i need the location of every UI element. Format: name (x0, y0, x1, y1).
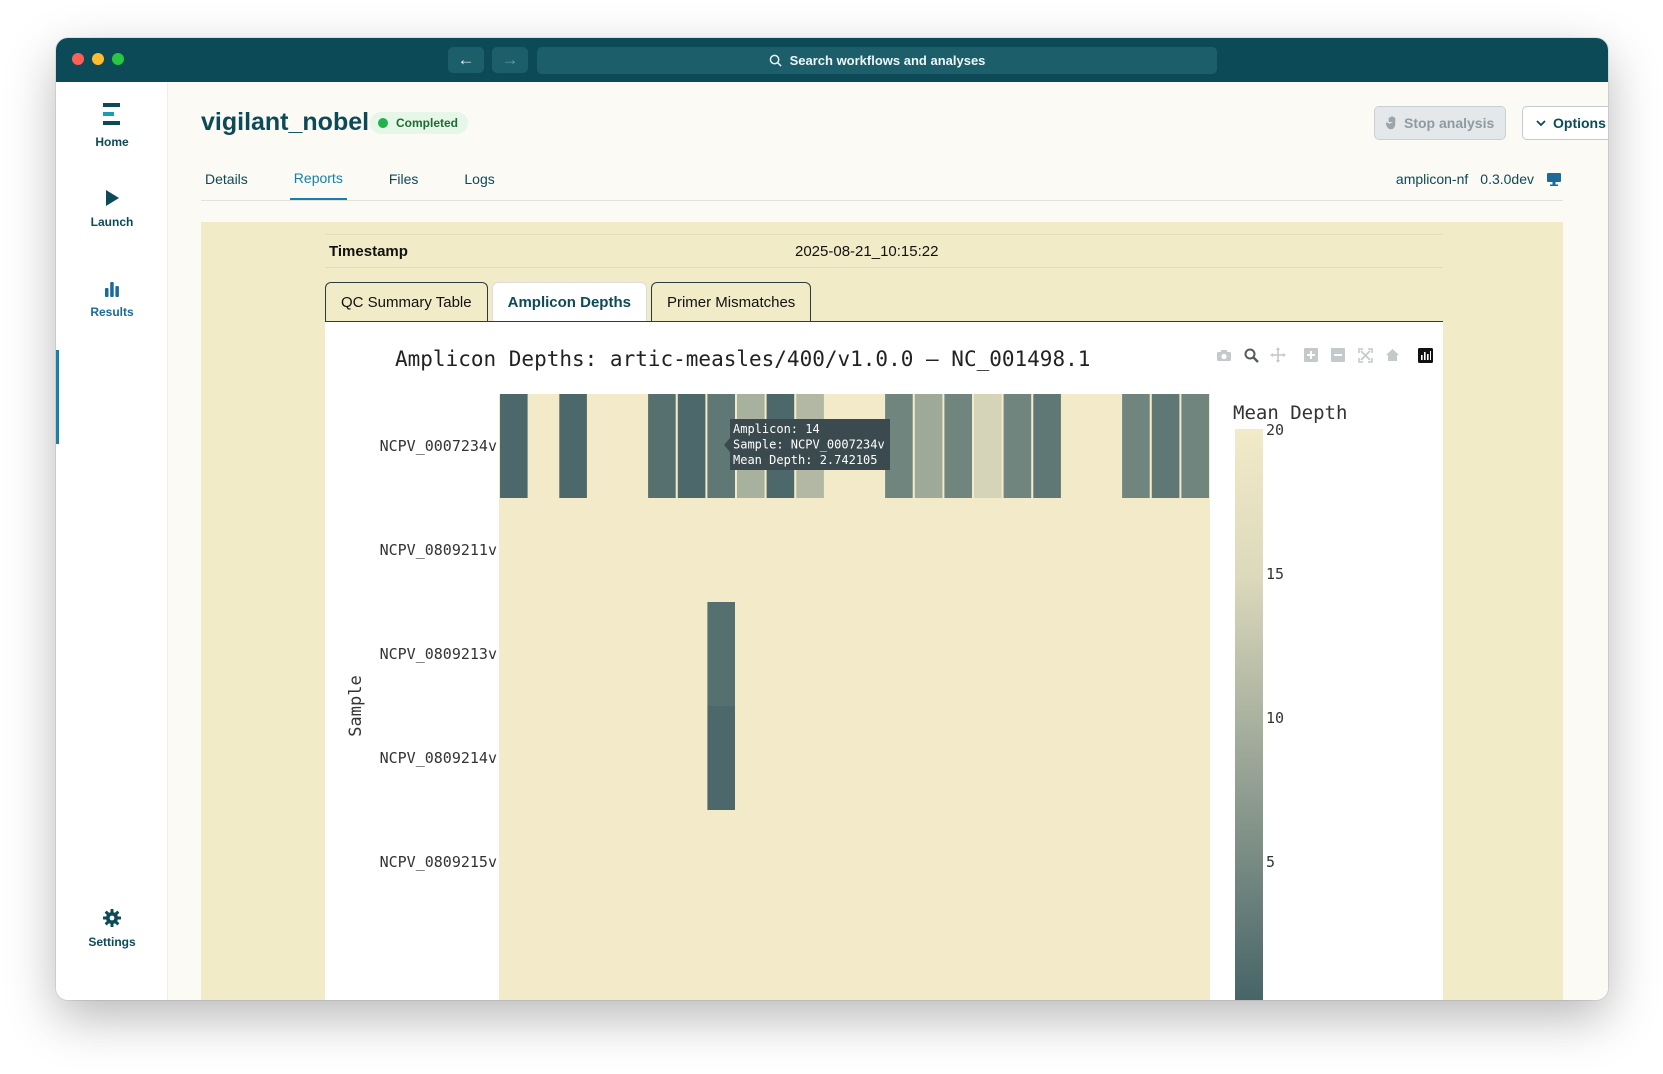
tooltip-line: Mean Depth: 2.742105 (733, 453, 878, 467)
heatmap-cell[interactable] (1181, 394, 1209, 498)
pipeline-name[interactable]: amplicon-nf (1396, 171, 1468, 187)
search-icon (769, 54, 782, 67)
bar-chart-icon (105, 282, 119, 297)
sidebar-item-label: Home (95, 135, 129, 149)
y-tick-label: NCPV_0809214v (380, 749, 497, 767)
forward-button[interactable]: → (492, 47, 528, 73)
report-tab-bar: QC Summary Table Amplicon Depths Primer … (325, 282, 812, 322)
sidebar-active-indicator (56, 350, 59, 444)
sidebar: Home Launch Results Settings (56, 82, 168, 1000)
tooltip-line: Amplicon: 14 (733, 422, 820, 436)
timestamp-label: Timestamp (329, 243, 408, 260)
colorbar (1235, 429, 1263, 1000)
heatmap-cell[interactable] (648, 394, 676, 498)
maximize-window-button[interactable] (112, 53, 124, 65)
sidebar-item-label: Settings (88, 935, 136, 949)
sidebar-item-settings[interactable]: Settings (56, 908, 168, 949)
status-badge: Completed (370, 112, 469, 134)
colorbar-tick-label: 10 (1266, 709, 1284, 727)
y-tick-label: NCPV_0809215v (380, 853, 497, 871)
arrow-right-icon: → (501, 50, 519, 69)
page-title: vigilant_nobel (201, 108, 370, 136)
heatmap-cell[interactable] (500, 394, 528, 498)
timestamp-value: 2025-08-21_10:15:22 (795, 243, 939, 260)
tab-primer-mismatches[interactable]: Primer Mismatches (650, 282, 812, 322)
heatmap-cell[interactable] (914, 394, 943, 498)
chevron-down-icon (1536, 120, 1546, 127)
tab-amplicon-depths[interactable]: Amplicon Depths (491, 282, 647, 322)
minimize-window-button[interactable] (92, 53, 104, 65)
pipeline-info: amplicon-nf 0.3.0dev (1396, 158, 1562, 200)
status-dot-icon (378, 118, 388, 128)
tab-reports[interactable]: Reports (289, 158, 347, 200)
colorbar-tick-label: 15 (1266, 565, 1284, 583)
arrow-left-icon: ← (457, 50, 475, 69)
report-panel: Timestamp 2025-08-21_10:15:22 QC Summary… (201, 222, 1563, 1000)
gear-icon (103, 909, 121, 927)
y-axis-title: Sample (346, 675, 366, 736)
tab-bar: Details Reports Files Logs (201, 158, 537, 200)
heatmap-svg[interactable]: NCPV_0007234v NCPV_0809211v NCPV_0809213v N… (325, 322, 1443, 1000)
hand-icon (1386, 116, 1396, 130)
sidebar-item-label: Launch (90, 215, 134, 229)
search-input[interactable]: Search workflows and analyses (537, 47, 1217, 74)
heatmap-background (499, 394, 1210, 1000)
colorbar-tick-label: 20 (1266, 421, 1284, 439)
play-icon (106, 190, 119, 206)
sidebar-item-label: Results (90, 305, 134, 319)
heatmap-plot: Amplicon Depths: artic-measles/400/v1.0.… (325, 322, 1443, 1000)
y-tick-label: NCPV_0007234v (380, 437, 497, 455)
timestamp-row: Timestamp 2025-08-21_10:15:22 (325, 234, 1443, 268)
heatmap-cell[interactable] (974, 394, 1002, 498)
options-button[interactable]: Options (1522, 106, 1608, 140)
app-window: ← → Search workflows and analyses Home L… (56, 38, 1608, 1000)
title-bar: ← → Search workflows and analyses (56, 38, 1608, 82)
heatmap-cell[interactable] (1003, 394, 1032, 498)
tab-logs[interactable]: Logs (460, 158, 498, 200)
pipeline-version: 0.3.0dev (1480, 171, 1534, 187)
monitor-icon[interactable] (1546, 172, 1562, 187)
colorbar-tick-label: 5 (1266, 853, 1275, 871)
heatmap-cell[interactable] (944, 394, 972, 498)
y-tick-label: NCPV_0809211v (380, 541, 497, 559)
sidebar-item-home[interactable]: Home (56, 102, 168, 149)
logo-icon (103, 103, 120, 125)
sidebar-item-launch[interactable]: Launch (56, 188, 168, 229)
tab-qc-summary-table[interactable]: QC Summary Table (325, 282, 488, 322)
heatmap-cell[interactable] (707, 602, 735, 706)
status-label: Completed (396, 116, 459, 130)
search-placeholder: Search workflows and analyses (789, 53, 986, 68)
tooltip-line: Sample: NCPV_0007234v (733, 438, 885, 452)
colorbar-title: Mean Depth (1233, 402, 1347, 424)
back-button[interactable]: ← (448, 47, 484, 73)
heatmap-cell[interactable] (559, 394, 587, 498)
main-content: vigilant_nobel Completed Stop analysis O… (168, 82, 1608, 1000)
tab-files[interactable]: Files (385, 158, 423, 200)
heatmap-cell[interactable] (677, 394, 706, 498)
heatmap-cell[interactable] (1151, 394, 1180, 498)
header-divider (201, 200, 1563, 201)
heatmap-cell[interactable] (1033, 394, 1061, 498)
stop-analysis-button[interactable]: Stop analysis (1374, 106, 1507, 140)
heatmap-cell[interactable] (707, 706, 735, 810)
close-window-button[interactable] (72, 53, 84, 65)
tab-details[interactable]: Details (201, 158, 252, 200)
sidebar-item-results[interactable]: Results (56, 280, 168, 319)
y-tick-label: NCPV_0809213v (380, 645, 497, 663)
heatmap-cell[interactable] (1122, 394, 1150, 498)
